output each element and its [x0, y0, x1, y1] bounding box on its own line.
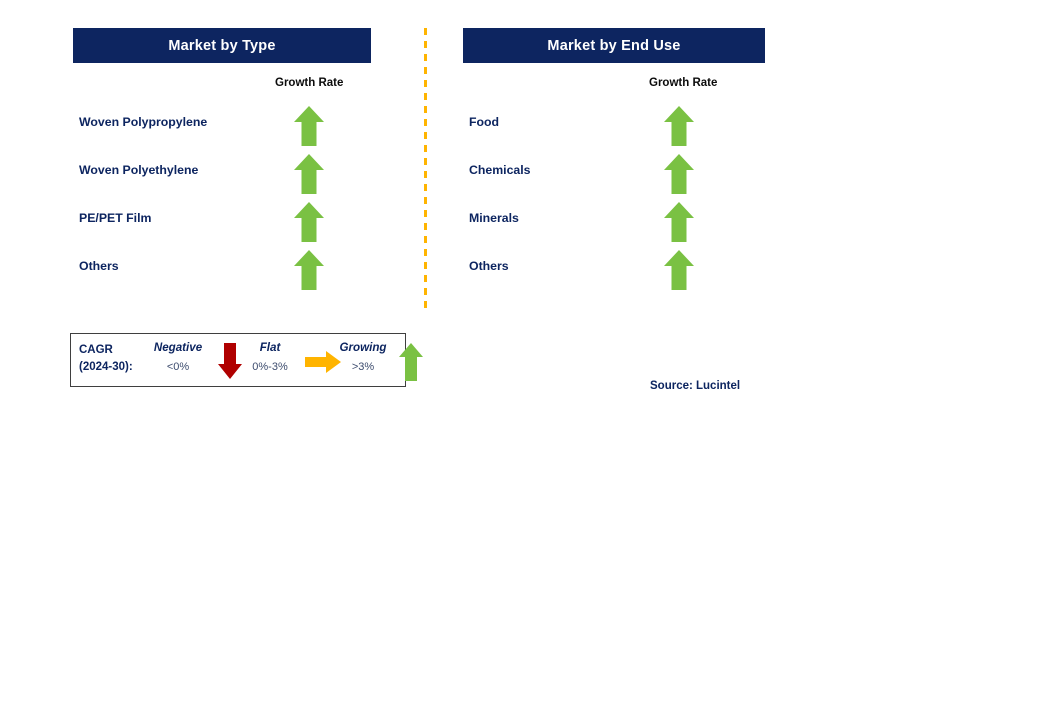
legend-title: CAGR (2024-30): [79, 342, 133, 376]
row-label: PE/PET Film [79, 211, 152, 225]
arrow-up-icon [293, 105, 325, 147]
legend-item-range: <0% [166, 361, 190, 373]
table-row: Minerals [463, 198, 765, 246]
arrow-up-icon [663, 153, 695, 195]
legend-item-flat: Flat 0%-3% [234, 338, 306, 384]
row-label: Food [469, 115, 500, 129]
row-label: Minerals [469, 211, 519, 225]
row-label: Woven Polypropylene [79, 115, 208, 129]
arrow-up-icon [663, 201, 695, 243]
table-row: Woven Polyethylene [73, 150, 371, 198]
table-row: Others [73, 246, 371, 294]
table-row: Others [463, 246, 765, 294]
market-by-end-use-header: Market by End Use [463, 28, 765, 63]
table-row: Chemicals [463, 150, 765, 198]
legend-title-line2: (2024-30): [79, 361, 133, 373]
row-label: Chemicals [469, 163, 531, 177]
legend-item-label: Growing [339, 341, 387, 354]
legend-item-label: Negative [153, 341, 203, 354]
legend-item-range: 0%-3% [252, 361, 288, 373]
row-label: Others [469, 259, 509, 273]
cagr-legend: CAGR (2024-30): Negative <0% Flat 0%-3% … [70, 333, 423, 387]
arrow-up-icon [293, 201, 325, 243]
table-row: Food [463, 102, 765, 150]
arrow-up-icon [663, 249, 695, 291]
table-row: PE/PET Film [73, 198, 371, 246]
market-by-type-header: Market by Type [73, 28, 371, 63]
growth-rate-column-header-right: Growth Rate [649, 77, 718, 89]
legend-item-negative: Negative <0% [139, 338, 217, 384]
legend-item-range: >3% [351, 361, 375, 373]
row-label: Others [79, 259, 119, 273]
arrow-up-icon [663, 105, 695, 147]
legend-item-growing: Growing >3% [324, 338, 402, 384]
source-attribution: Source: Lucintel [650, 380, 741, 392]
growth-rate-column-header-left: Growth Rate [275, 77, 344, 89]
row-label: Woven Polyethylene [79, 163, 199, 177]
legend-title-line1: CAGR [79, 344, 113, 356]
arrow-up-icon [293, 153, 325, 195]
arrow-up-icon [398, 342, 424, 382]
infographic-canvas: Market by Type Growth Rate Woven Polypro… [0, 0, 1050, 712]
table-row: Woven Polypropylene [73, 102, 371, 150]
legend-item-label: Flat [259, 341, 281, 354]
arrow-up-icon [293, 249, 325, 291]
column-divider [424, 28, 427, 308]
